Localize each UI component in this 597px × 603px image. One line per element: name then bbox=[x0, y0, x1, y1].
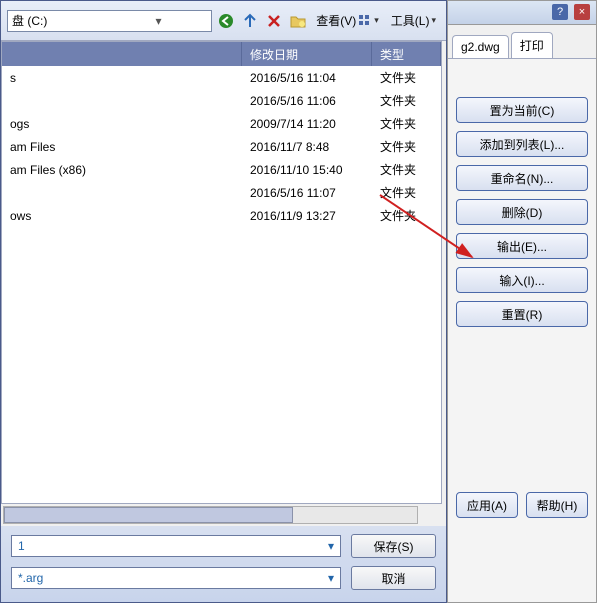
table-row[interactable]: 2016/5/16 11:06文件夹 bbox=[2, 89, 441, 112]
right-footer: 应用(A) 帮助(H) bbox=[456, 492, 588, 518]
save-button[interactable]: 保存(S) bbox=[351, 534, 436, 558]
tabstrip: g2.dwg 打印 bbox=[448, 25, 596, 59]
view-grid-icon bbox=[358, 14, 372, 28]
cell-name: ows bbox=[2, 207, 242, 225]
cell-date: 2016/5/16 11:06 bbox=[242, 92, 372, 110]
cancel-button[interactable]: 取消 bbox=[351, 566, 436, 590]
cell-type: 文件夹 bbox=[372, 205, 441, 226]
close-icon[interactable]: × bbox=[574, 4, 590, 20]
right-titlebar: ? × bbox=[448, 1, 596, 25]
toolbar: 盘 (C:) ▾ 查看(V) ▾ 工具(L) ▾ bbox=[1, 1, 446, 41]
cell-type: 文件夹 bbox=[372, 67, 441, 88]
cell-name bbox=[2, 191, 242, 195]
cell-date: 2016/5/16 11:07 bbox=[242, 184, 372, 202]
table-row[interactable]: am Files2016/11/7 8:48文件夹 bbox=[2, 135, 441, 158]
help-icon[interactable]: ? bbox=[552, 4, 568, 20]
path-text: 盘 (C:) bbox=[12, 12, 110, 29]
chevron-down-icon[interactable]: ▾ bbox=[110, 14, 208, 28]
right-buttons: 置为当前(C) 添加到列表(L)... 重命名(N)... 删除(D) 输出(E… bbox=[448, 59, 596, 341]
reset-button[interactable]: 重置(R) bbox=[456, 301, 588, 327]
back-icon[interactable] bbox=[216, 11, 236, 31]
cell-date: 2016/11/9 13:27 bbox=[242, 207, 372, 225]
file-dialog: 盘 (C:) ▾ 查看(V) ▾ 工具(L) ▾ 修改日期 类型 s2016/5… bbox=[0, 0, 447, 603]
table-row[interactable]: am Files (x86)2016/11/10 15:40文件夹 bbox=[2, 158, 441, 181]
chevron-down-icon[interactable]: ▾ bbox=[328, 571, 334, 585]
cell-date: 2016/5/16 11:04 bbox=[242, 69, 372, 87]
tab-file[interactable]: g2.dwg bbox=[452, 35, 509, 58]
path-dropdown[interactable]: 盘 (C:) ▾ bbox=[7, 10, 212, 32]
cell-type: 文件夹 bbox=[372, 113, 441, 134]
right-panel: ? × g2.dwg 打印 置为当前(C) 添加到列表(L)... 重命名(N)… bbox=[447, 0, 597, 603]
cell-type: 文件夹 bbox=[372, 90, 441, 111]
filename-input[interactable]: 1▾ bbox=[11, 535, 341, 557]
import-button[interactable]: 输入(I)... bbox=[456, 267, 588, 293]
dialog-footer: 1▾ 保存(S) *.arg▾ 取消 bbox=[1, 526, 446, 602]
file-list: 修改日期 类型 s2016/5/16 11:04文件夹2016/5/16 11:… bbox=[1, 41, 442, 504]
cell-type: 文件夹 bbox=[372, 159, 441, 180]
filetype-input[interactable]: *.arg▾ bbox=[11, 567, 341, 589]
rename-button[interactable]: 重命名(N)... bbox=[456, 165, 588, 191]
chevron-down-icon[interactable]: ▾ bbox=[328, 539, 334, 553]
add-to-list-button[interactable]: 添加到列表(L)... bbox=[456, 131, 588, 157]
export-button[interactable]: 输出(E)... bbox=[456, 233, 588, 259]
help-button[interactable]: 帮助(H) bbox=[526, 492, 588, 518]
new-folder-icon[interactable] bbox=[288, 11, 308, 31]
table-row[interactable]: s2016/5/16 11:04文件夹 bbox=[2, 66, 441, 89]
cell-date: 2016/11/7 8:48 bbox=[242, 138, 372, 156]
chevron-down-icon: ▾ bbox=[431, 15, 436, 26]
table-row[interactable]: ogs2009/7/14 11:20文件夹 bbox=[2, 112, 441, 135]
chevron-down-icon: ▾ bbox=[374, 15, 379, 26]
delete-button[interactable]: 删除(D) bbox=[456, 199, 588, 225]
column-header-name[interactable] bbox=[2, 42, 242, 66]
list-header: 修改日期 类型 bbox=[2, 42, 441, 66]
scrollbar-thumb[interactable] bbox=[4, 507, 293, 523]
cell-date: 2016/11/10 15:40 bbox=[242, 161, 372, 179]
tab-print[interactable]: 打印 bbox=[511, 32, 553, 58]
set-current-button[interactable]: 置为当前(C) bbox=[456, 97, 588, 123]
view-menu[interactable]: 查看(V) ▾ bbox=[312, 10, 383, 31]
tools-menu[interactable]: 工具(L) ▾ bbox=[387, 10, 440, 31]
cell-name: am Files (x86) bbox=[2, 161, 242, 179]
apply-button[interactable]: 应用(A) bbox=[456, 492, 518, 518]
column-header-date[interactable]: 修改日期 bbox=[242, 42, 372, 66]
column-header-type[interactable]: 类型 bbox=[372, 42, 441, 66]
horizontal-scrollbar[interactable] bbox=[3, 506, 418, 524]
delete-icon[interactable] bbox=[264, 11, 284, 31]
cell-name: s bbox=[2, 69, 242, 87]
table-row[interactable]: ows2016/11/9 13:27文件夹 bbox=[2, 204, 441, 227]
cell-type: 文件夹 bbox=[372, 136, 441, 157]
cell-name: ogs bbox=[2, 115, 242, 133]
up-icon[interactable] bbox=[240, 11, 260, 31]
cell-name: am Files bbox=[2, 138, 242, 156]
table-row[interactable]: 2016/5/16 11:07文件夹 bbox=[2, 181, 441, 204]
cell-type: 文件夹 bbox=[372, 182, 441, 203]
list-body: s2016/5/16 11:04文件夹2016/5/16 11:06文件夹ogs… bbox=[2, 66, 441, 227]
cell-date: 2009/7/14 11:20 bbox=[242, 115, 372, 133]
cell-name bbox=[2, 99, 242, 103]
